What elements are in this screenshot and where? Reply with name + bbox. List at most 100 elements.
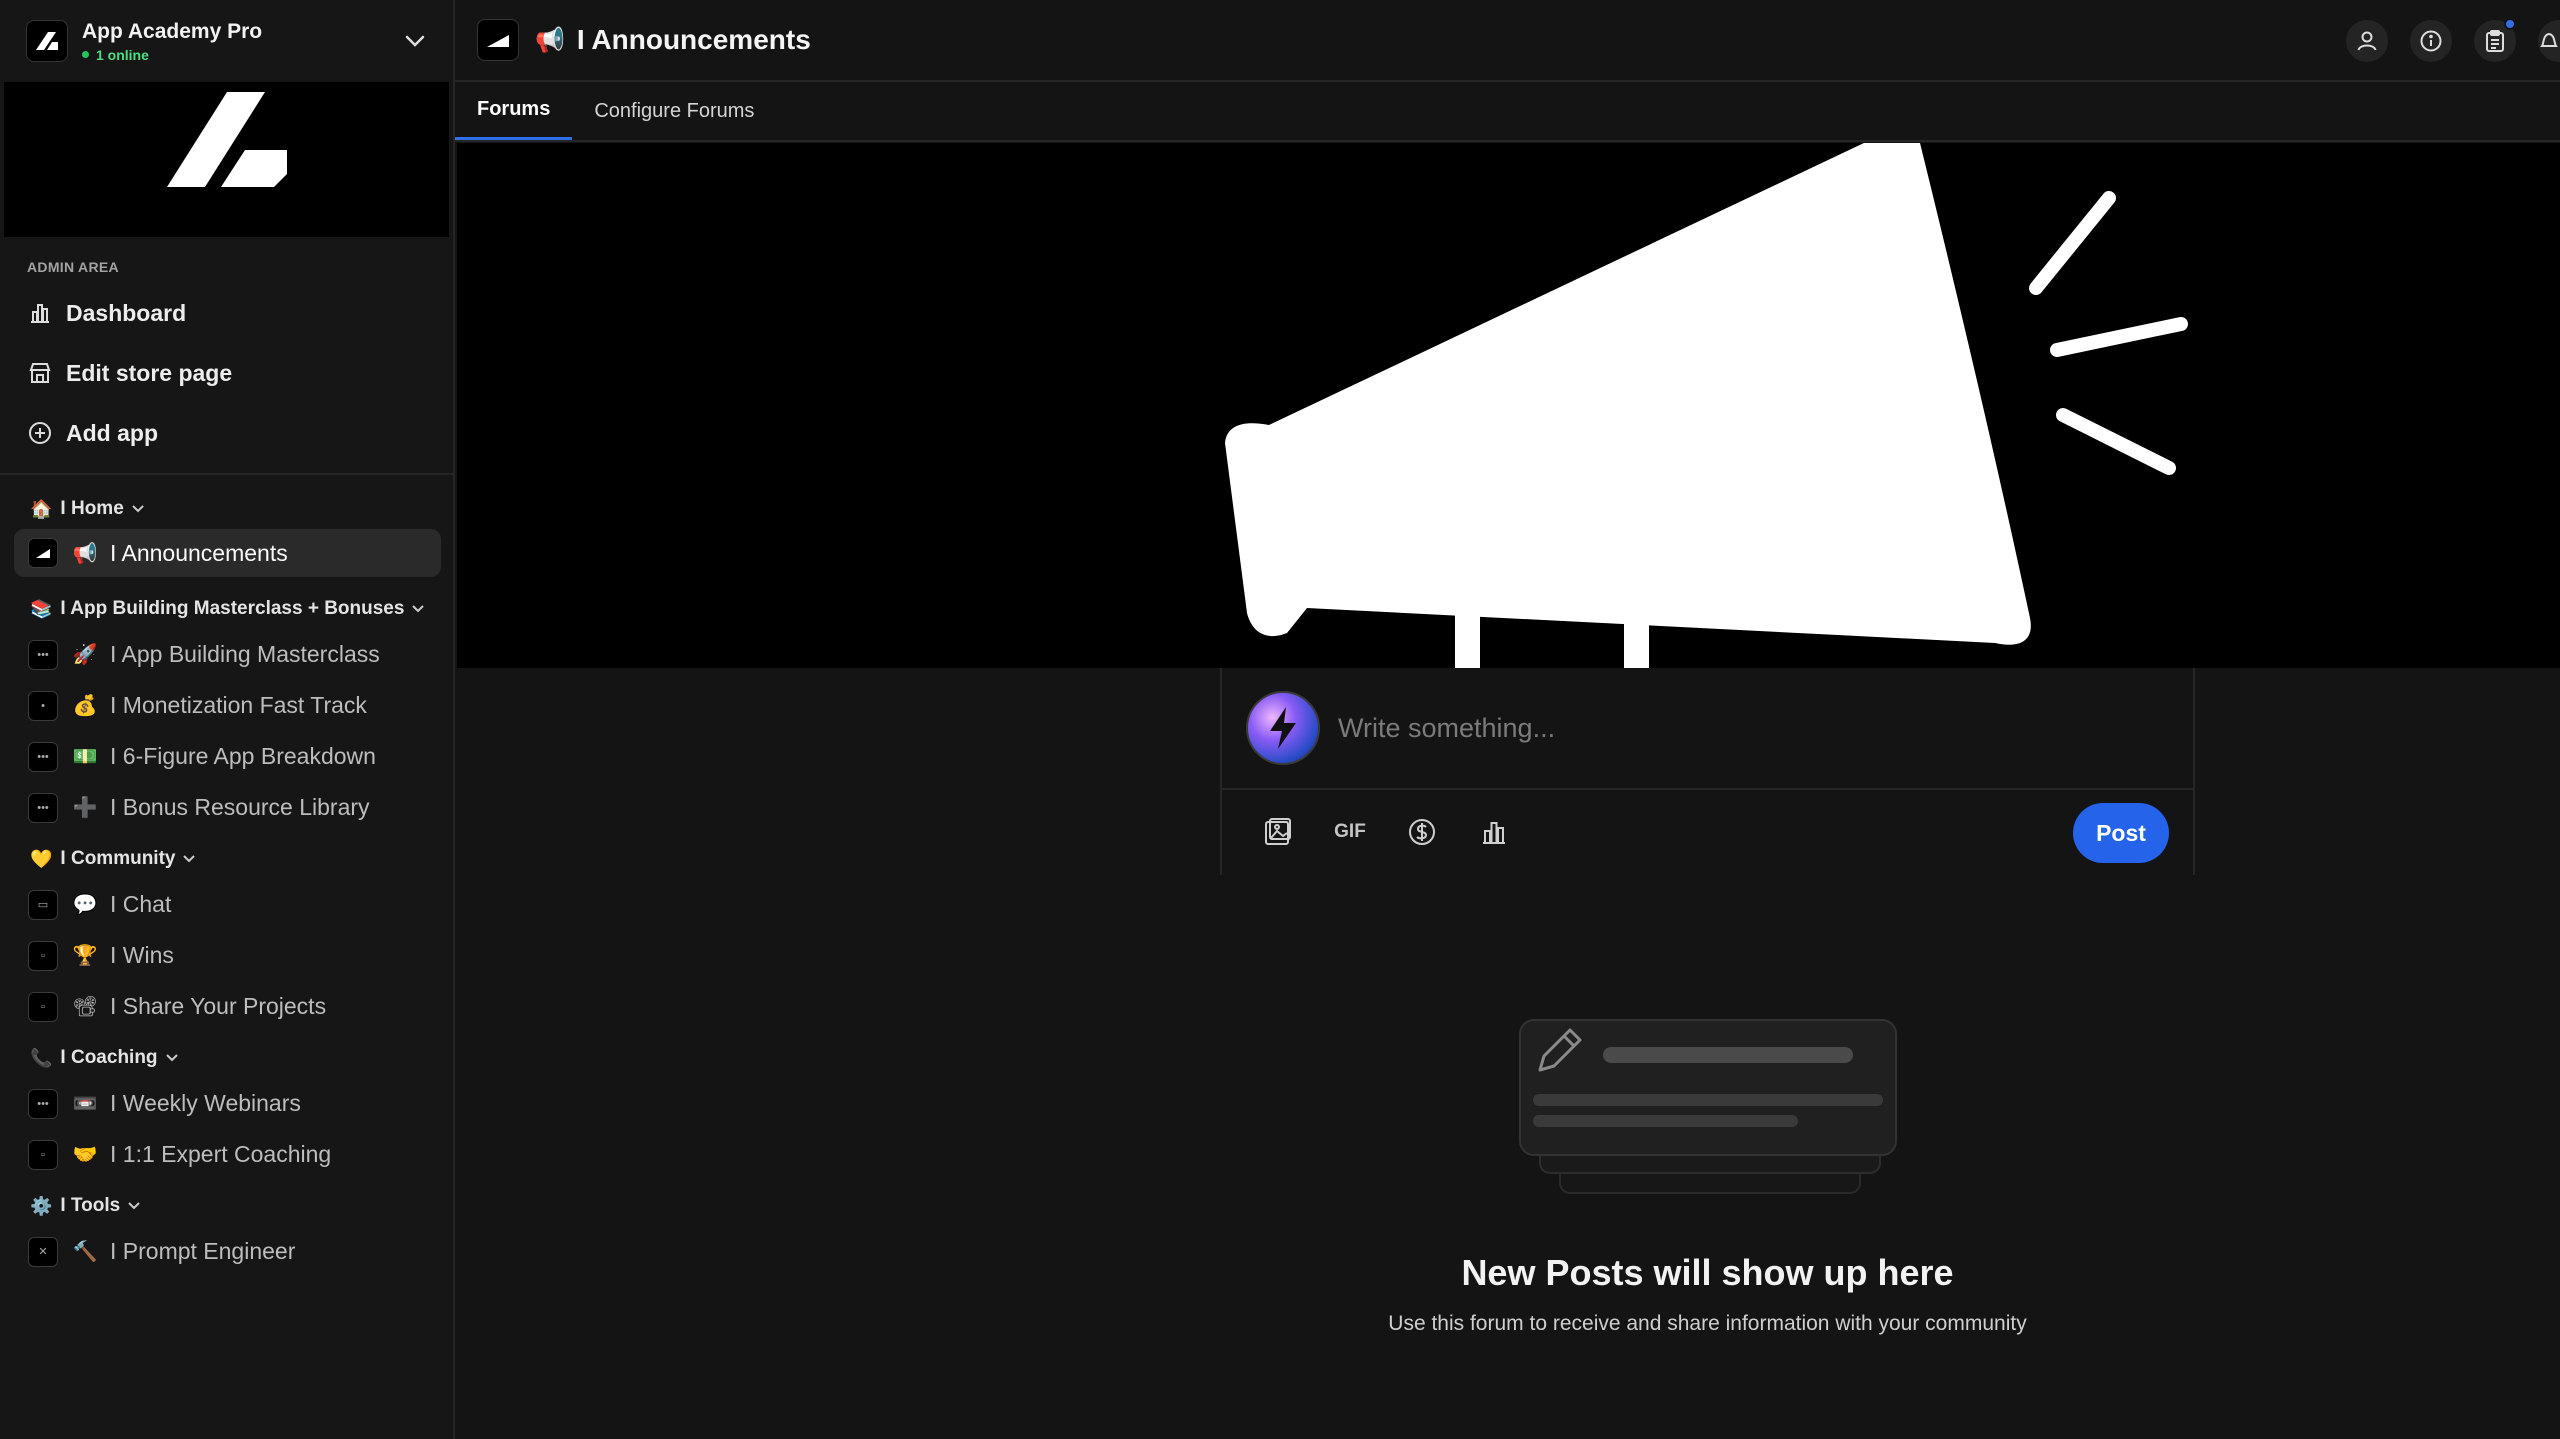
trophy-icon: 🏆 <box>72 945 98 967</box>
workspace-name: App Academy Pro <box>82 19 263 43</box>
phone-icon: 📞 <box>30 1047 53 1068</box>
forum-cover-image <box>457 143 2560 668</box>
chevron-down-icon <box>131 504 145 514</box>
channel-thumb-icon: ••• <box>28 792 58 823</box>
tab-configure-forums[interactable]: Configure Forums <box>572 82 776 140</box>
avatar[interactable] <box>1246 691 1320 765</box>
post-input[interactable] <box>1338 712 2138 744</box>
workspace-banner <box>4 82 449 237</box>
post-composer: GIF Post <box>1220 668 2195 875</box>
plus-circle-icon <box>26 419 54 447</box>
group-label: I Community <box>60 848 176 869</box>
nav-add-app-label: Add app <box>66 419 158 446</box>
poll-icon[interactable] <box>1476 814 1512 850</box>
channel-wins[interactable]: ▫ 🏆 I Wins <box>0 930 453 981</box>
group-coaching[interactable]: 📞 I Coaching <box>0 1038 453 1078</box>
store-icon <box>26 359 54 387</box>
channel-thumb-icon: ••• <box>28 1088 58 1119</box>
channel-weekly-webinars[interactable]: ••• 📼 I Weekly Webinars <box>0 1078 453 1129</box>
channel-share-your-projects[interactable]: ▫ 📽 I Share Your Projects <box>0 981 453 1032</box>
channel-thumb-icon: ••• <box>28 741 58 772</box>
chevron-down-icon <box>165 1053 179 1063</box>
post-button[interactable]: Post <box>2073 803 2169 863</box>
channel-logo-icon <box>477 19 519 61</box>
admin-area-label: ADMIN AREA <box>27 259 119 275</box>
top-bar: 📢 I Announcements <box>455 0 2560 82</box>
channel-thumb-icon: ✕ <box>28 1236 58 1267</box>
online-dot-icon <box>82 51 89 58</box>
dollar-bill-icon: 💵 <box>72 746 98 768</box>
speech-bubble-icon: 💬 <box>72 894 98 916</box>
chevron-down-icon <box>127 1201 141 1211</box>
channel-announcements[interactable]: 📢 I Announcements <box>14 529 441 577</box>
channel-chat[interactable]: ▭ 💬 I Chat <box>0 879 453 930</box>
chevron-down-icon[interactable] <box>401 27 429 55</box>
image-icon[interactable] <box>1260 814 1296 850</box>
nav-edit-store-label: Edit store page <box>66 359 233 386</box>
chevron-down-icon <box>411 604 425 614</box>
channel-label: I Bonus Resource Library <box>110 794 370 820</box>
app-logo-icon <box>26 20 68 62</box>
group-masterclass[interactable]: 📚 I App Building Masterclass + Bonuses <box>0 589 453 629</box>
empty-state-illustration <box>1518 1018 1898 1198</box>
channel-label: I Monetization Fast Track <box>110 692 367 718</box>
user-icon[interactable] <box>2346 20 2388 62</box>
channel-6-figure-app-breakdown[interactable]: ••• 💵 I 6-Figure App Breakdown <box>0 731 453 782</box>
channel-label: I Announcements <box>110 539 288 566</box>
megaphone-icon: 📢 <box>535 26 565 54</box>
channel-label: I App Building Masterclass <box>110 641 380 667</box>
hammer-icon: 🔨 <box>72 1241 98 1263</box>
online-status: 1 online <box>82 47 401 63</box>
money-bag-icon: 💰 <box>72 695 98 717</box>
channel-thumb-icon: ▫ <box>28 1139 58 1170</box>
channel-thumb-icon <box>28 538 58 568</box>
channel-app-building-masterclass[interactable]: ••• 🚀 I App Building Masterclass <box>0 629 453 680</box>
group-tools[interactable]: ⚙️ I Tools <box>0 1186 453 1226</box>
brand-logo-icon <box>166 92 287 187</box>
tab-forums[interactable]: Forums <box>455 82 573 140</box>
channel-label: I 1:1 Expert Coaching <box>110 1141 332 1167</box>
nav-add-app[interactable]: Add app <box>0 403 453 463</box>
channel-prompt-engineer[interactable]: ✕ 🔨 I Prompt Engineer <box>0 1226 453 1277</box>
group-label: I Tools <box>60 1195 121 1216</box>
megaphone-icon: 📢 <box>72 542 98 565</box>
online-count: 1 online <box>96 46 149 63</box>
books-icon: 📚 <box>30 598 53 619</box>
bell-icon[interactable] <box>2538 20 2560 62</box>
clipboard-icon[interactable] <box>2474 18 2516 62</box>
sidebar-divider <box>0 473 453 475</box>
channel-monetization-fast-track[interactable]: • 💰 I Monetization Fast Track <box>0 680 453 731</box>
page-title-text: I Announcements <box>576 24 811 55</box>
channel-thumb-icon: ••• <box>28 639 58 670</box>
tabs: Forums Configure Forums <box>455 84 2560 142</box>
empty-state-title: New Posts will show up here <box>1461 1252 1954 1293</box>
group-label: I Home <box>60 498 124 519</box>
channel-label: I 6-Figure App Breakdown <box>110 743 376 769</box>
sidebar: App Academy Pro 1 online ADMIN AREA Dash… <box>0 0 455 1439</box>
channel-label: I Prompt Engineer <box>110 1238 296 1264</box>
house-icon: 🏠 <box>30 498 53 519</box>
gif-icon[interactable]: GIF <box>1332 814 1368 850</box>
nav-edit-store-page[interactable]: Edit store page <box>0 343 453 403</box>
nav-dashboard[interactable]: Dashboard <box>0 283 453 343</box>
workspace-switcher[interactable]: App Academy Pro 1 online <box>0 0 453 82</box>
channel-bonus-resource-library[interactable]: ••• ➕ I Bonus Resource Library <box>0 782 453 833</box>
channel-expert-coaching[interactable]: ▫ 🤝 I 1:1 Expert Coaching <box>0 1129 453 1180</box>
channel-thumb-icon: • <box>28 690 58 721</box>
dollar-icon[interactable] <box>1404 814 1440 850</box>
group-community[interactable]: 💛 I Community <box>0 839 453 879</box>
group-label: I App Building Masterclass + Bonuses <box>60 598 405 619</box>
notification-dot <box>2504 18 2516 30</box>
chevron-down-icon <box>182 854 196 864</box>
heart-icon: 💛 <box>30 848 53 869</box>
bar-chart-icon <box>26 299 54 327</box>
handshake-icon: 🤝 <box>72 1144 98 1166</box>
group-home[interactable]: 🏠 I Home <box>0 489 453 529</box>
top-actions <box>2346 18 2560 62</box>
megaphone-illustration-icon <box>1225 143 2188 668</box>
page-title: 📢 I Announcements <box>535 24 811 56</box>
channel-thumb-icon: ▫ <box>28 940 58 971</box>
info-icon[interactable] <box>2410 20 2452 62</box>
nav-dashboard-label: Dashboard <box>66 299 187 326</box>
channel-label: I Chat <box>110 891 172 917</box>
